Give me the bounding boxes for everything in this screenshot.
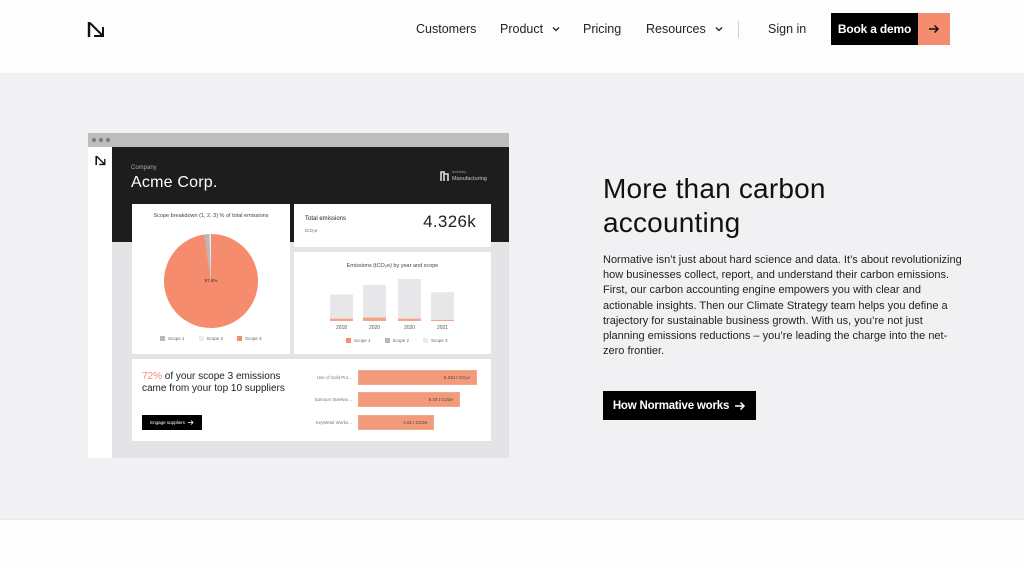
legend-label: Scope 2	[392, 338, 410, 343]
legend-item: Scope 1	[346, 338, 371, 344]
pie-legend: Scope 1 Scope 2 Scope 3	[160, 336, 262, 342]
arrow-right-icon	[187, 420, 194, 425]
site-header: Customers Product Pricing Resources Sign…	[0, 0, 1024, 73]
suppliers-text: 72% of your scope 3 emissions came from …	[142, 371, 302, 395]
nav-product[interactable]: Product	[500, 22, 560, 36]
pie-center-label: 97.8%	[204, 278, 218, 283]
chevron-down-icon	[715, 27, 723, 32]
section-headline: More than carbon accounting	[603, 173, 826, 238]
window-dot	[106, 138, 110, 142]
suppliers-sentence: of your scope 3 emissions came from your…	[142, 371, 285, 394]
bar-scope-3	[330, 294, 353, 319]
nav-customers[interactable]: Customers	[416, 22, 476, 36]
bar-legend: Scope 1 Scope 2 Scope 3	[346, 338, 448, 344]
legend-item: Scope 1	[160, 336, 185, 342]
supplier-bar: 4.01 t CO2e	[358, 415, 435, 430]
arrow-right-icon	[918, 13, 950, 45]
window-dot	[99, 138, 103, 142]
legend-label: Scope 3	[431, 338, 448, 343]
window-dot	[92, 138, 96, 142]
arrow-right-icon	[735, 401, 746, 410]
year-tick-label: 2020	[404, 325, 415, 331]
scope-breakdown-card: Scope breakdown (1, 2, 3) % of total emi…	[132, 204, 290, 354]
company-name: Acme Corp.	[131, 174, 218, 191]
legend-item: Scope 3	[237, 336, 262, 342]
section-body: Normative isn’t just about hard science …	[603, 254, 962, 358]
supplier-name: Use of Sold Pro...	[316, 375, 352, 380]
book-demo-label: Book a demo	[831, 13, 918, 45]
nav-customers-label: Customers	[416, 22, 477, 36]
pie-title: Scope breakdown (1, 2, 3) % of total emi…	[153, 213, 269, 219]
total-emissions-label: Total emissions	[305, 216, 347, 222]
bar-scope-1	[398, 318, 421, 321]
nav-resources-label: Resources	[646, 22, 706, 36]
chevron-down-icon	[552, 27, 560, 32]
mockup-sidebar	[88, 147, 112, 458]
supplier-name: Samson Steelwo...	[314, 397, 352, 402]
next-section	[0, 519, 1024, 569]
engage-suppliers-button[interactable]: Engage suppliers	[142, 415, 202, 430]
year-tick-label: 2021	[437, 325, 448, 331]
suppliers-card: 72% of your scope 3 emissions came from …	[132, 359, 491, 441]
bar-scope-3	[398, 279, 421, 319]
emissions-by-year-card: Emissions (tCO₂e) by year and scope 2018…	[294, 252, 491, 354]
nav-product-label: Product	[500, 22, 544, 36]
legend-item: Scope 2	[384, 338, 410, 344]
nav-pricing[interactable]: Pricing	[583, 22, 621, 36]
legend-swatch	[198, 336, 204, 342]
total-emissions-value: 4.326k	[423, 212, 476, 231]
how-normative-works-label: How Normative works	[612, 399, 730, 412]
legend-swatch	[160, 336, 165, 342]
legend-swatch	[346, 338, 351, 344]
bar-scope-3	[431, 292, 454, 320]
normative-logo	[95, 155, 106, 166]
year-tick-label: 2020	[369, 325, 380, 331]
normative-logo[interactable]	[87, 21, 105, 38]
supplier-bar: 6.234 t CO₂e	[358, 370, 477, 385]
browser-bar	[88, 133, 509, 147]
bar-scope-1	[330, 318, 353, 321]
nav-resources[interactable]: Resources	[646, 22, 723, 36]
legend-label: Scope 2	[206, 336, 224, 341]
legend-item: Scope 2	[198, 336, 224, 342]
legend-label: Scope 3	[245, 336, 262, 341]
how-normative-works-button[interactable]: How Normative works	[603, 391, 756, 420]
sign-in-link[interactable]: Sign in	[768, 22, 806, 36]
industry-label: Industry	[452, 169, 467, 174]
nav-divider	[738, 21, 739, 38]
industry-value: Manufacturing	[452, 176, 487, 182]
bar-scope-1	[363, 317, 386, 321]
sign-in-label: Sign in	[768, 22, 807, 36]
suppliers-percent: 72%	[142, 371, 163, 382]
factory-icon	[440, 171, 449, 181]
supplier-name: KeyMetal Works...	[315, 420, 352, 425]
legend-label: Scope 1	[354, 338, 371, 343]
nav-pricing-label: Pricing	[583, 22, 622, 36]
legend-swatch	[237, 336, 243, 342]
supplier-bar: 5.34 t CO2e	[358, 392, 460, 407]
legend-label: Scope 1	[168, 336, 185, 341]
engage-suppliers-label: Engage suppliers	[150, 420, 185, 425]
legend-item: Scope 3	[423, 338, 448, 344]
bar-scope-3	[363, 285, 386, 318]
company-label: Company	[131, 165, 157, 171]
bar-scope-1	[431, 319, 454, 321]
year-tick-label: 2018	[336, 325, 347, 331]
total-emissions-unit: tCO₂e	[305, 228, 318, 233]
book-demo-button[interactable]: Book a demo	[831, 13, 950, 45]
legend-swatch	[384, 338, 390, 344]
legend-swatch	[423, 338, 429, 344]
total-emissions-card: Total emissions tCO₂e 4.326k	[294, 204, 491, 247]
